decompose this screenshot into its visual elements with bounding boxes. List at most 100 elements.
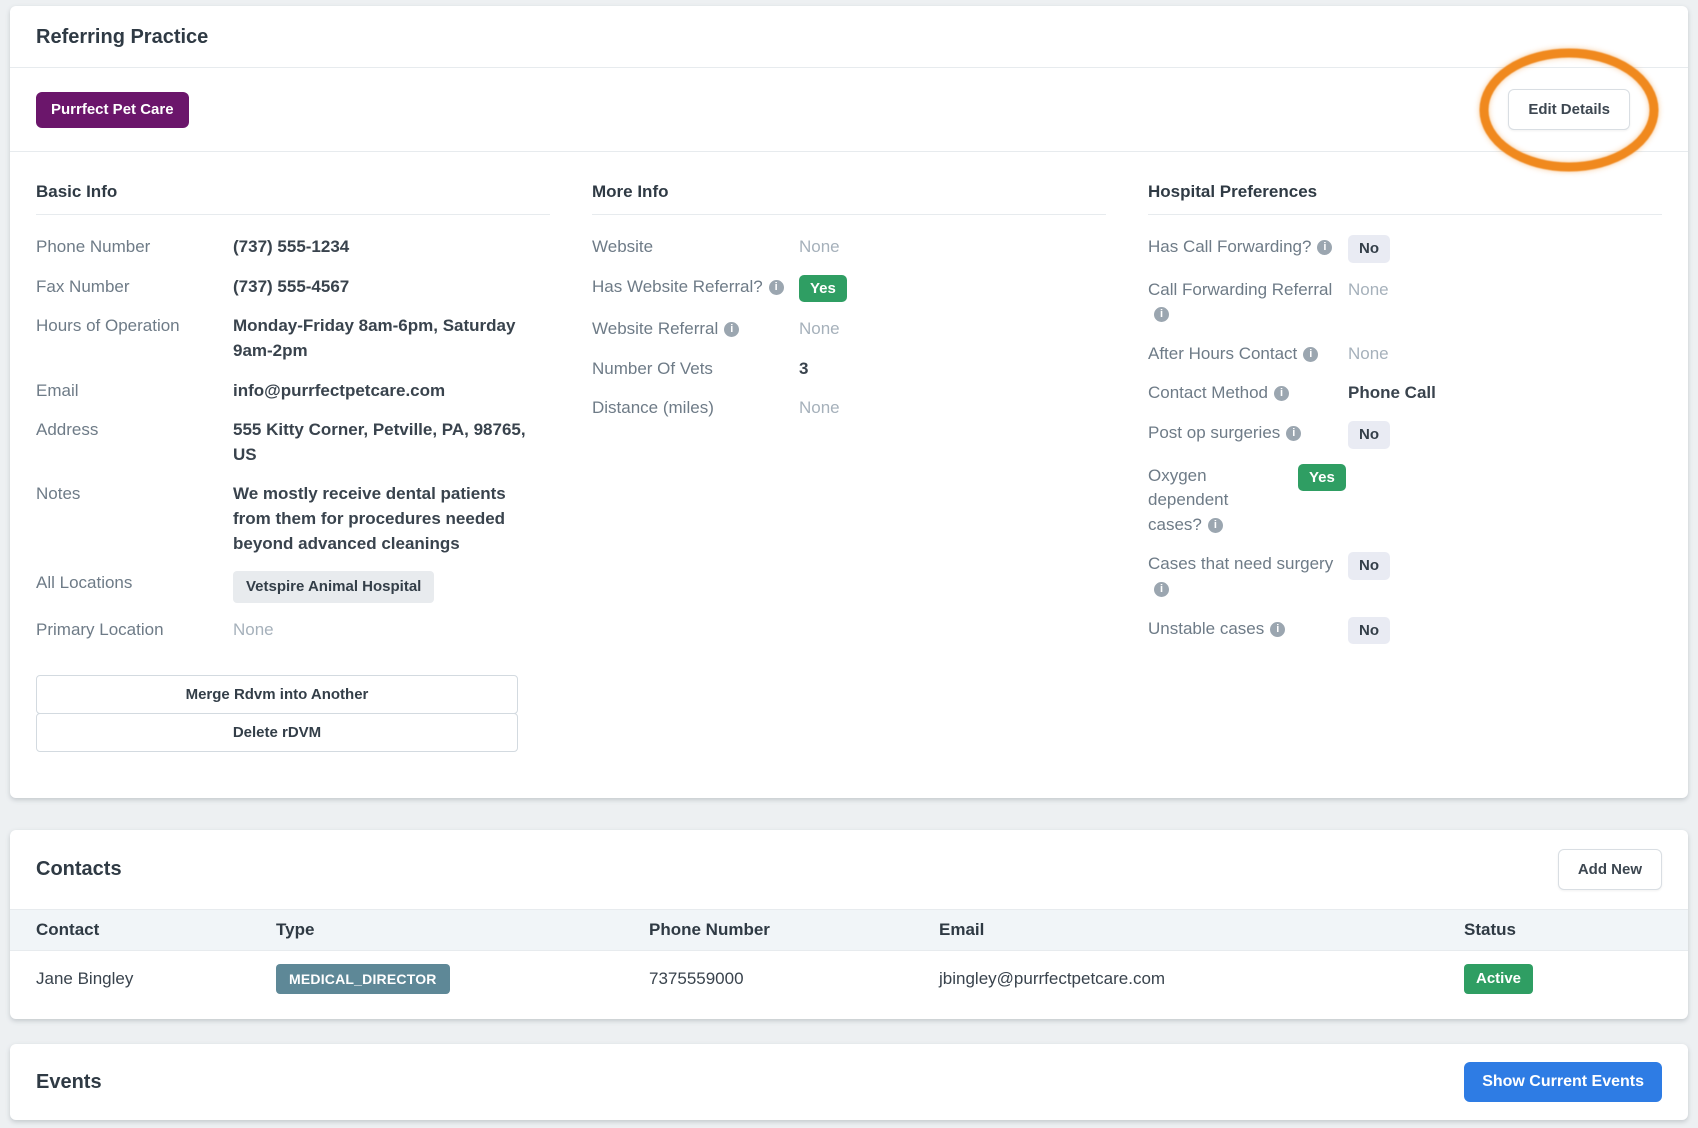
info-icon[interactable]: [1270, 622, 1285, 637]
field-value: None: [799, 235, 840, 260]
field-label: Address: [36, 418, 233, 443]
info-icon[interactable]: [1154, 307, 1169, 322]
field-has-call-forwarding: Has Call Forwarding? No: [1148, 235, 1662, 263]
more-info-section: More Info Website None Has Website Refer…: [592, 182, 1106, 752]
field-oxygen-dependent-cases: Oxygen dependent cases? Yes: [1148, 464, 1662, 538]
no-badge: No: [1348, 235, 1390, 263]
field-website: Website None: [592, 235, 1106, 260]
field-label: After Hours Contact: [1148, 344, 1297, 363]
info-icon[interactable]: [1208, 518, 1223, 533]
field-value: 555 Kitty Corner, Petville, PA, 98765, U…: [233, 418, 545, 467]
contacts-table-header: Contact Type Phone Number Email Status: [10, 909, 1688, 951]
field-label: Notes: [36, 482, 233, 507]
location-pill: Vetspire Animal Hospital: [233, 571, 434, 603]
field-post-op-surgeries: Post op surgeries No: [1148, 421, 1662, 449]
referring-practice-card: Referring Practice Purrfect Pet Care Edi…: [10, 6, 1688, 798]
field-value: 3: [799, 357, 808, 382]
edit-details-button[interactable]: Edit Details: [1508, 89, 1630, 130]
contact-email-cell: jbingley@purrfectpetcare.com: [939, 969, 1464, 989]
add-new-contact-button[interactable]: Add New: [1558, 849, 1662, 890]
field-label: Unstable cases: [1148, 619, 1264, 638]
field-unstable-cases: Unstable cases No: [1148, 617, 1662, 645]
info-icon[interactable]: [1154, 582, 1169, 597]
field-notes: Notes We mostly receive dental patients …: [36, 482, 550, 556]
rdvm-actions: Merge Rdvm into Another Delete rDVM: [36, 675, 518, 752]
page: Referring Practice Purrfect Pet Care Edi…: [0, 0, 1698, 1128]
column-header-type: Type: [276, 920, 649, 940]
field-value: Monday-Friday 8am-6pm, Saturday 9am-2pm: [233, 314, 545, 363]
field-hours-of-operation: Hours of Operation Monday-Friday 8am-6pm…: [36, 314, 550, 363]
info-icon[interactable]: [724, 322, 739, 337]
field-after-hours-contact: After Hours Contact None: [1148, 342, 1662, 367]
yes-badge: Yes: [799, 275, 847, 303]
contact-table-row[interactable]: Jane Bingley MEDICAL_DIRECTOR 7375559000…: [10, 951, 1688, 1008]
field-label: Has Website Referral?: [592, 277, 763, 296]
referring-practice-header: Referring Practice: [10, 6, 1688, 68]
field-label: Hours of Operation: [36, 314, 233, 339]
edit-details-wrapper: Edit Details: [1508, 89, 1630, 130]
merge-rdvm-button[interactable]: Merge Rdvm into Another: [36, 675, 518, 714]
field-label: Distance (miles): [592, 396, 799, 421]
contact-type-badge: MEDICAL_DIRECTOR: [276, 964, 450, 995]
field-label: Number Of Vets: [592, 357, 799, 382]
info-icon[interactable]: [1274, 386, 1289, 401]
events-title: Events: [36, 1071, 102, 1094]
column-header-contact: Contact: [10, 920, 276, 940]
field-number-of-vets: Number Of Vets 3: [592, 357, 1106, 382]
field-distance: Distance (miles) None: [592, 396, 1106, 421]
field-call-forwarding-referral: Call Forwarding Referral None: [1148, 278, 1662, 327]
delete-rdvm-button[interactable]: Delete rDVM: [36, 713, 518, 752]
field-primary-location: Primary Location None: [36, 618, 550, 643]
info-icon[interactable]: [1317, 240, 1332, 255]
practice-badge-row: Purrfect Pet Care Edit Details: [10, 68, 1688, 152]
yes-badge: Yes: [1298, 464, 1346, 492]
info-icon[interactable]: [769, 280, 784, 295]
field-label: Contact Method: [1148, 383, 1268, 402]
basic-info-section: Basic Info Phone Number (737) 555-1234 F…: [36, 182, 550, 752]
field-value: We mostly receive dental patients from t…: [233, 482, 545, 556]
field-label: Website Referral: [592, 319, 718, 338]
practice-details-body: Basic Info Phone Number (737) 555-1234 F…: [10, 152, 1688, 798]
field-website-referral: Website Referral None: [592, 317, 1106, 342]
field-email: Email info@purrfectpetcare.com: [36, 379, 550, 404]
contact-phone-cell: 7375559000: [649, 969, 939, 989]
practice-name-badge: Purrfect Pet Care: [36, 92, 189, 128]
field-value: None: [1348, 278, 1389, 303]
field-value: (737) 555-4567: [233, 275, 349, 300]
field-contact-method: Contact Method Phone Call: [1148, 381, 1662, 406]
field-label: All Locations: [36, 571, 233, 596]
basic-info-heading: Basic Info: [36, 182, 550, 215]
show-current-events-button[interactable]: Show Current Events: [1464, 1062, 1662, 1102]
field-label: Post op surgeries: [1148, 423, 1280, 442]
field-label: Website: [592, 235, 799, 260]
field-value: (737) 555-1234: [233, 235, 349, 260]
field-address: Address 555 Kitty Corner, Petville, PA, …: [36, 418, 550, 467]
more-info-heading: More Info: [592, 182, 1106, 215]
no-badge: No: [1348, 421, 1390, 449]
field-label: Phone Number: [36, 235, 233, 260]
field-label: Primary Location: [36, 618, 233, 643]
field-value: None: [799, 317, 840, 342]
column-header-email: Email: [939, 920, 1464, 940]
field-phone-number: Phone Number (737) 555-1234: [36, 235, 550, 260]
events-header: Events Show Current Events: [10, 1044, 1688, 1120]
field-label: Fax Number: [36, 275, 233, 300]
field-value: Phone Call: [1348, 381, 1436, 406]
field-label: Call Forwarding Referral: [1148, 280, 1332, 299]
field-all-locations: All Locations Vetspire Animal Hospital: [36, 571, 550, 603]
field-value: None: [233, 618, 274, 643]
field-label: Has Call Forwarding?: [1148, 237, 1311, 256]
field-value: info@purrfectpetcare.com: [233, 379, 445, 404]
field-value: None: [799, 396, 840, 421]
field-fax-number: Fax Number (737) 555-4567: [36, 275, 550, 300]
contact-name-cell: Jane Bingley: [10, 969, 276, 989]
field-label: Cases that need surgery: [1148, 554, 1333, 573]
field-has-website-referral: Has Website Referral? Yes: [592, 275, 1106, 303]
no-badge: No: [1348, 552, 1390, 580]
hospital-preferences-heading: Hospital Preferences: [1148, 182, 1662, 215]
field-value: None: [1348, 342, 1389, 367]
field-cases-need-surgery: Cases that need surgery No: [1148, 552, 1662, 601]
info-icon[interactable]: [1286, 426, 1301, 441]
info-icon[interactable]: [1303, 347, 1318, 362]
column-header-status: Status: [1464, 920, 1688, 940]
